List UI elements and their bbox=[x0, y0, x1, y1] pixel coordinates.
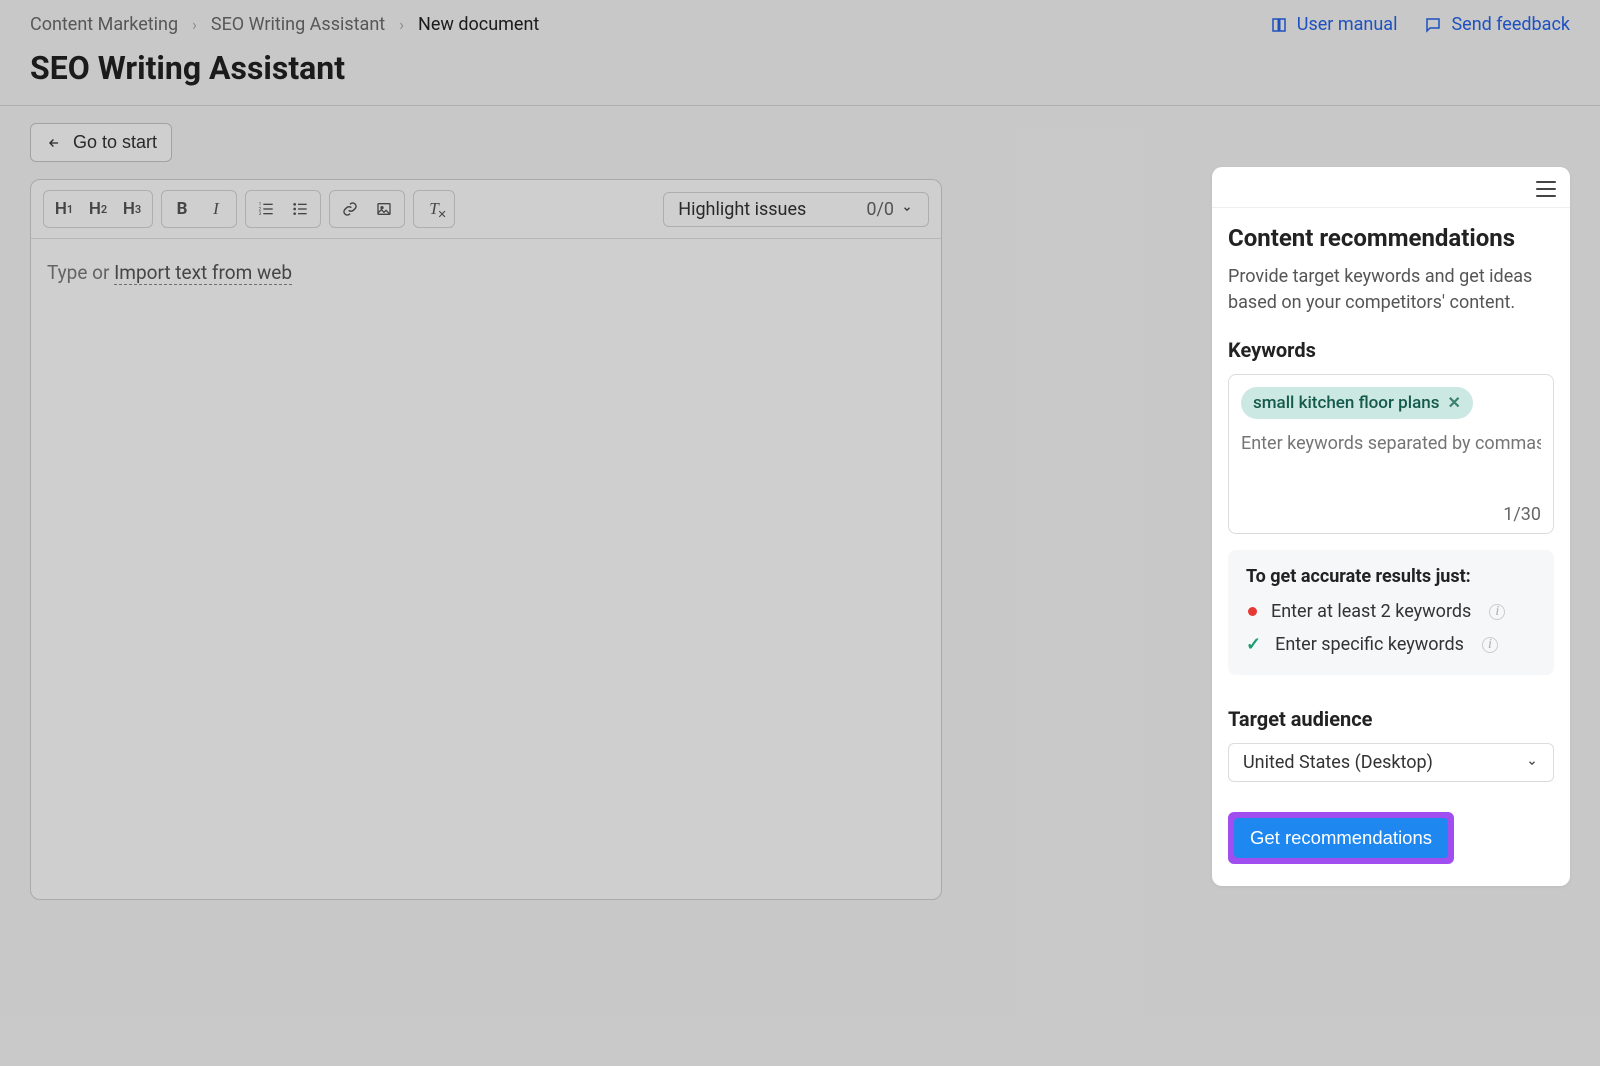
unordered-list-button[interactable] bbox=[286, 195, 314, 223]
send-feedback-label: Send feedback bbox=[1451, 14, 1570, 35]
editor-placeholder: Type or Import text from web bbox=[47, 261, 925, 284]
check-icon: ✓ bbox=[1246, 634, 1261, 655]
svg-text:3: 3 bbox=[259, 211, 262, 217]
go-to-start-button[interactable]: Go to start bbox=[30, 123, 172, 162]
tips-title: To get accurate results just: bbox=[1246, 566, 1536, 587]
go-to-start-label: Go to start bbox=[73, 132, 157, 153]
tip-text: Enter specific keywords bbox=[1275, 634, 1464, 655]
editor-body[interactable]: Type or Import text from web bbox=[31, 239, 941, 899]
heading1-button[interactable]: H1 bbox=[50, 195, 78, 223]
recommendations-panel: Content recommendations Provide target k… bbox=[1212, 167, 1570, 886]
heading2-button[interactable]: H2 bbox=[84, 195, 112, 223]
page-title: SEO Writing Assistant bbox=[30, 49, 1570, 87]
user-manual-link[interactable]: User manual bbox=[1269, 14, 1398, 35]
keywords-count: 1/30 bbox=[1503, 504, 1541, 525]
italic-button[interactable]: I bbox=[202, 195, 230, 223]
get-recommendations-highlight: Get recommendations bbox=[1228, 812, 1454, 864]
comment-icon bbox=[1423, 16, 1443, 34]
audience-value: United States (Desktop) bbox=[1243, 752, 1433, 773]
dot-red-icon bbox=[1248, 607, 1257, 616]
audience-label: Target audience bbox=[1228, 707, 1554, 731]
import-text-link[interactable]: Import text from web bbox=[114, 261, 292, 285]
link-button[interactable] bbox=[336, 195, 364, 223]
breadcrumb-current: New document bbox=[418, 14, 539, 35]
user-manual-label: User manual bbox=[1297, 14, 1398, 35]
heading3-button[interactable]: H3 bbox=[118, 195, 146, 223]
bold-button[interactable]: B bbox=[168, 195, 196, 223]
highlight-issues-label: Highlight issues bbox=[678, 199, 806, 220]
breadcrumb-level2[interactable]: SEO Writing Assistant bbox=[211, 14, 385, 35]
ordered-list-button[interactable]: 123 bbox=[252, 195, 280, 223]
get-recommendations-button[interactable]: Get recommendations bbox=[1234, 818, 1448, 858]
editor-card: H1 H2 H3 B I 123 bbox=[30, 179, 942, 900]
image-button[interactable] bbox=[370, 195, 398, 223]
tip-text: Enter at least 2 keywords bbox=[1271, 601, 1471, 622]
clear-formatting-button[interactable]: T✕ bbox=[420, 195, 448, 223]
panel-title: Content recommendations bbox=[1228, 224, 1554, 252]
tip-row: ✓ Enter specific keywords i bbox=[1246, 634, 1536, 655]
tip-row: Enter at least 2 keywords i bbox=[1246, 601, 1536, 622]
keyword-chip-text: small kitchen floor plans bbox=[1253, 393, 1439, 413]
chevron-right-icon: › bbox=[399, 15, 404, 34]
keywords-input-box[interactable]: small kitchen floor plans ✕ 1/30 bbox=[1228, 374, 1554, 534]
breadcrumb-level1[interactable]: Content Marketing bbox=[30, 14, 178, 35]
send-feedback-link[interactable]: Send feedback bbox=[1423, 14, 1570, 35]
chevron-down-icon bbox=[1525, 758, 1539, 768]
chevron-down-icon bbox=[900, 204, 914, 214]
info-icon[interactable]: i bbox=[1482, 637, 1498, 653]
keyword-chip: small kitchen floor plans ✕ bbox=[1241, 387, 1473, 419]
chevron-right-icon: › bbox=[192, 15, 197, 34]
keywords-label: Keywords bbox=[1228, 338, 1554, 362]
tips-box: To get accurate results just: Enter at l… bbox=[1228, 550, 1554, 675]
menu-icon[interactable] bbox=[1536, 181, 1556, 197]
keywords-input[interactable] bbox=[1241, 433, 1541, 454]
info-icon[interactable]: i bbox=[1489, 604, 1505, 620]
book-icon bbox=[1269, 16, 1289, 34]
highlight-issues-count: 0/0 bbox=[866, 199, 894, 220]
audience-select[interactable]: United States (Desktop) bbox=[1228, 743, 1554, 782]
panel-description: Provide target keywords and get ideas ba… bbox=[1228, 264, 1554, 316]
highlight-issues-dropdown[interactable]: Highlight issues 0/0 bbox=[663, 192, 929, 227]
close-icon[interactable]: ✕ bbox=[1447, 395, 1460, 411]
editor-toolbar: H1 H2 H3 B I 123 bbox=[31, 180, 941, 239]
arrow-left-icon bbox=[45, 136, 63, 150]
